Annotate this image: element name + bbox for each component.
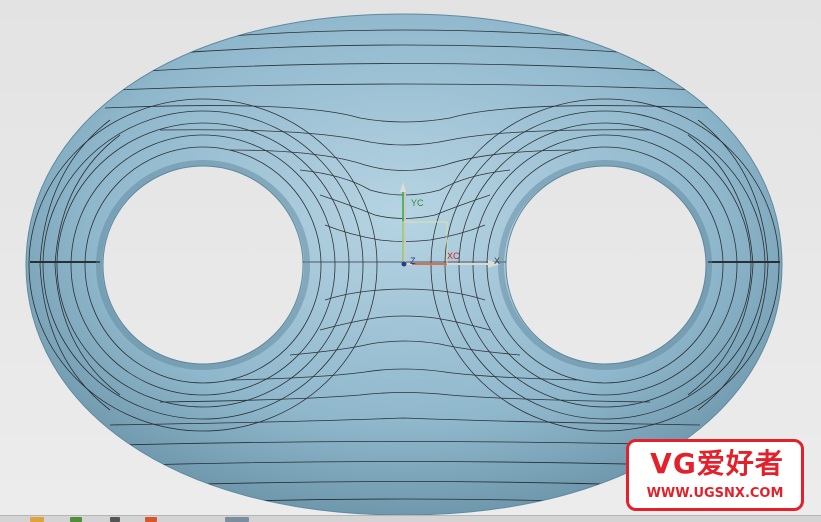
left-hole-edge: [96, 160, 310, 370]
zc-label: Z: [410, 256, 416, 266]
right-hole-edge: [498, 160, 712, 370]
x-label: X: [494, 256, 501, 266]
ug-icon[interactable]: [145, 517, 157, 522]
taskbar: [0, 515, 821, 522]
ugsnx-watermark: VG爱好者 WWW.UGSNX.COM: [626, 439, 804, 511]
window-icon[interactable]: [110, 517, 120, 522]
graphics-viewport[interactable]: YC XC Z X: [0, 0, 821, 515]
origin-point: [401, 261, 407, 267]
folder-icon[interactable]: [30, 517, 44, 522]
window-icon[interactable]: [225, 517, 249, 522]
app-icon[interactable]: [70, 517, 82, 522]
watermark-title: VG爱好者: [650, 447, 784, 480]
watermark-url: WWW.UGSNX.COM: [646, 486, 784, 501]
yc-label: YC: [411, 198, 424, 208]
xc-label: XC: [447, 251, 460, 261]
